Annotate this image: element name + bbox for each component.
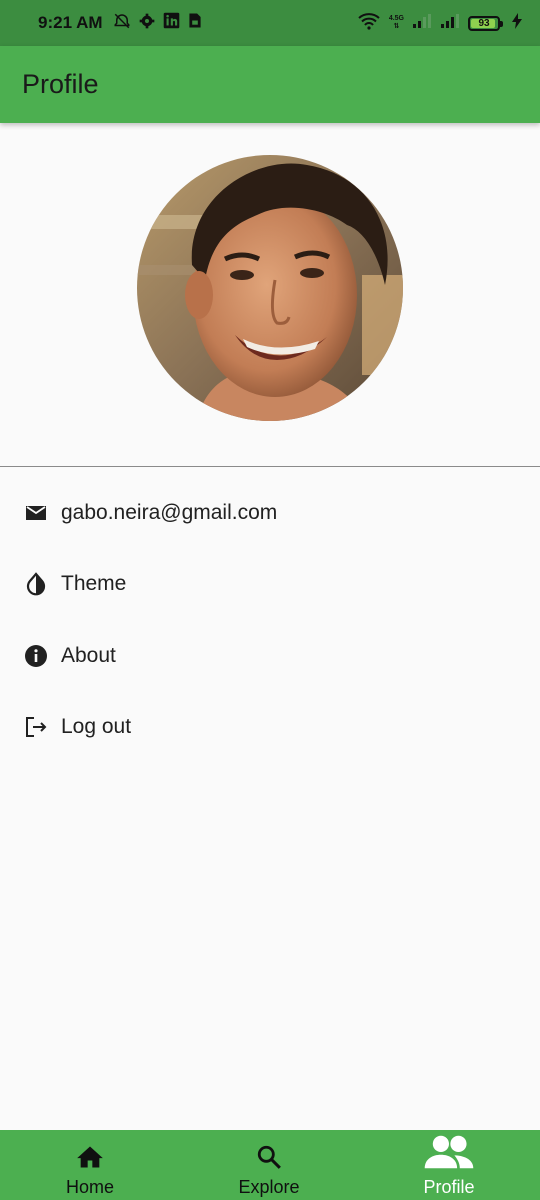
charging-icon: [512, 12, 522, 34]
search-icon: [256, 1144, 282, 1175]
network-type-label: 4.5G: [388, 15, 404, 22]
mail-icon: [23, 500, 49, 526]
email-label: gabo.neira@gmail.com: [61, 501, 278, 524]
logout-icon: [23, 714, 49, 740]
nav-home-label: Home: [65, 1177, 114, 1197]
sim-card-icon: [188, 12, 202, 34]
theme-item[interactable]: Theme: [0, 554, 540, 614]
people-icon: [422, 1134, 476, 1175]
alarm-off-icon: [113, 12, 131, 35]
nav-profile[interactable]: Profile: [399, 1130, 499, 1200]
divider: [0, 466, 540, 467]
nav-explore-label: Explore: [238, 1177, 300, 1197]
home-icon: [76, 1144, 104, 1175]
contrast-icon: [23, 571, 49, 597]
app-bar: Profile: [0, 46, 540, 123]
bottom-navigation: Home Explore Profile: [0, 1130, 540, 1200]
theme-label: Theme: [61, 572, 127, 595]
battery-level: 93: [478, 17, 490, 29]
signal-icon-1: [412, 13, 432, 34]
about-item[interactable]: About: [0, 626, 540, 686]
linkedin-icon: [163, 12, 180, 34]
page-title: Profile: [22, 69, 99, 99]
about-label: About: [61, 644, 116, 667]
email-item[interactable]: gabo.neira@gmail.com: [0, 483, 540, 543]
wifi-icon: [357, 12, 381, 35]
network-arrows: ⇅: [393, 23, 400, 30]
logout-item[interactable]: Log out: [0, 697, 540, 757]
nav-home[interactable]: Home: [40, 1130, 140, 1200]
info-icon: [23, 643, 49, 669]
status-bar: 9:21 AM 4.5G ⇅ 93: [0, 0, 540, 46]
nav-profile-label: Profile: [423, 1177, 475, 1197]
nav-explore[interactable]: Explore: [219, 1130, 319, 1200]
logout-label: Log out: [61, 715, 132, 738]
avatar: [137, 155, 403, 421]
signal-icon-2: [440, 13, 460, 34]
settings-gear-icon: [139, 13, 155, 34]
status-time: 9:21 AM: [38, 13, 103, 32]
battery-indicator: 93: [468, 15, 503, 31]
network-type: 4.5G ⇅: [389, 15, 404, 31]
